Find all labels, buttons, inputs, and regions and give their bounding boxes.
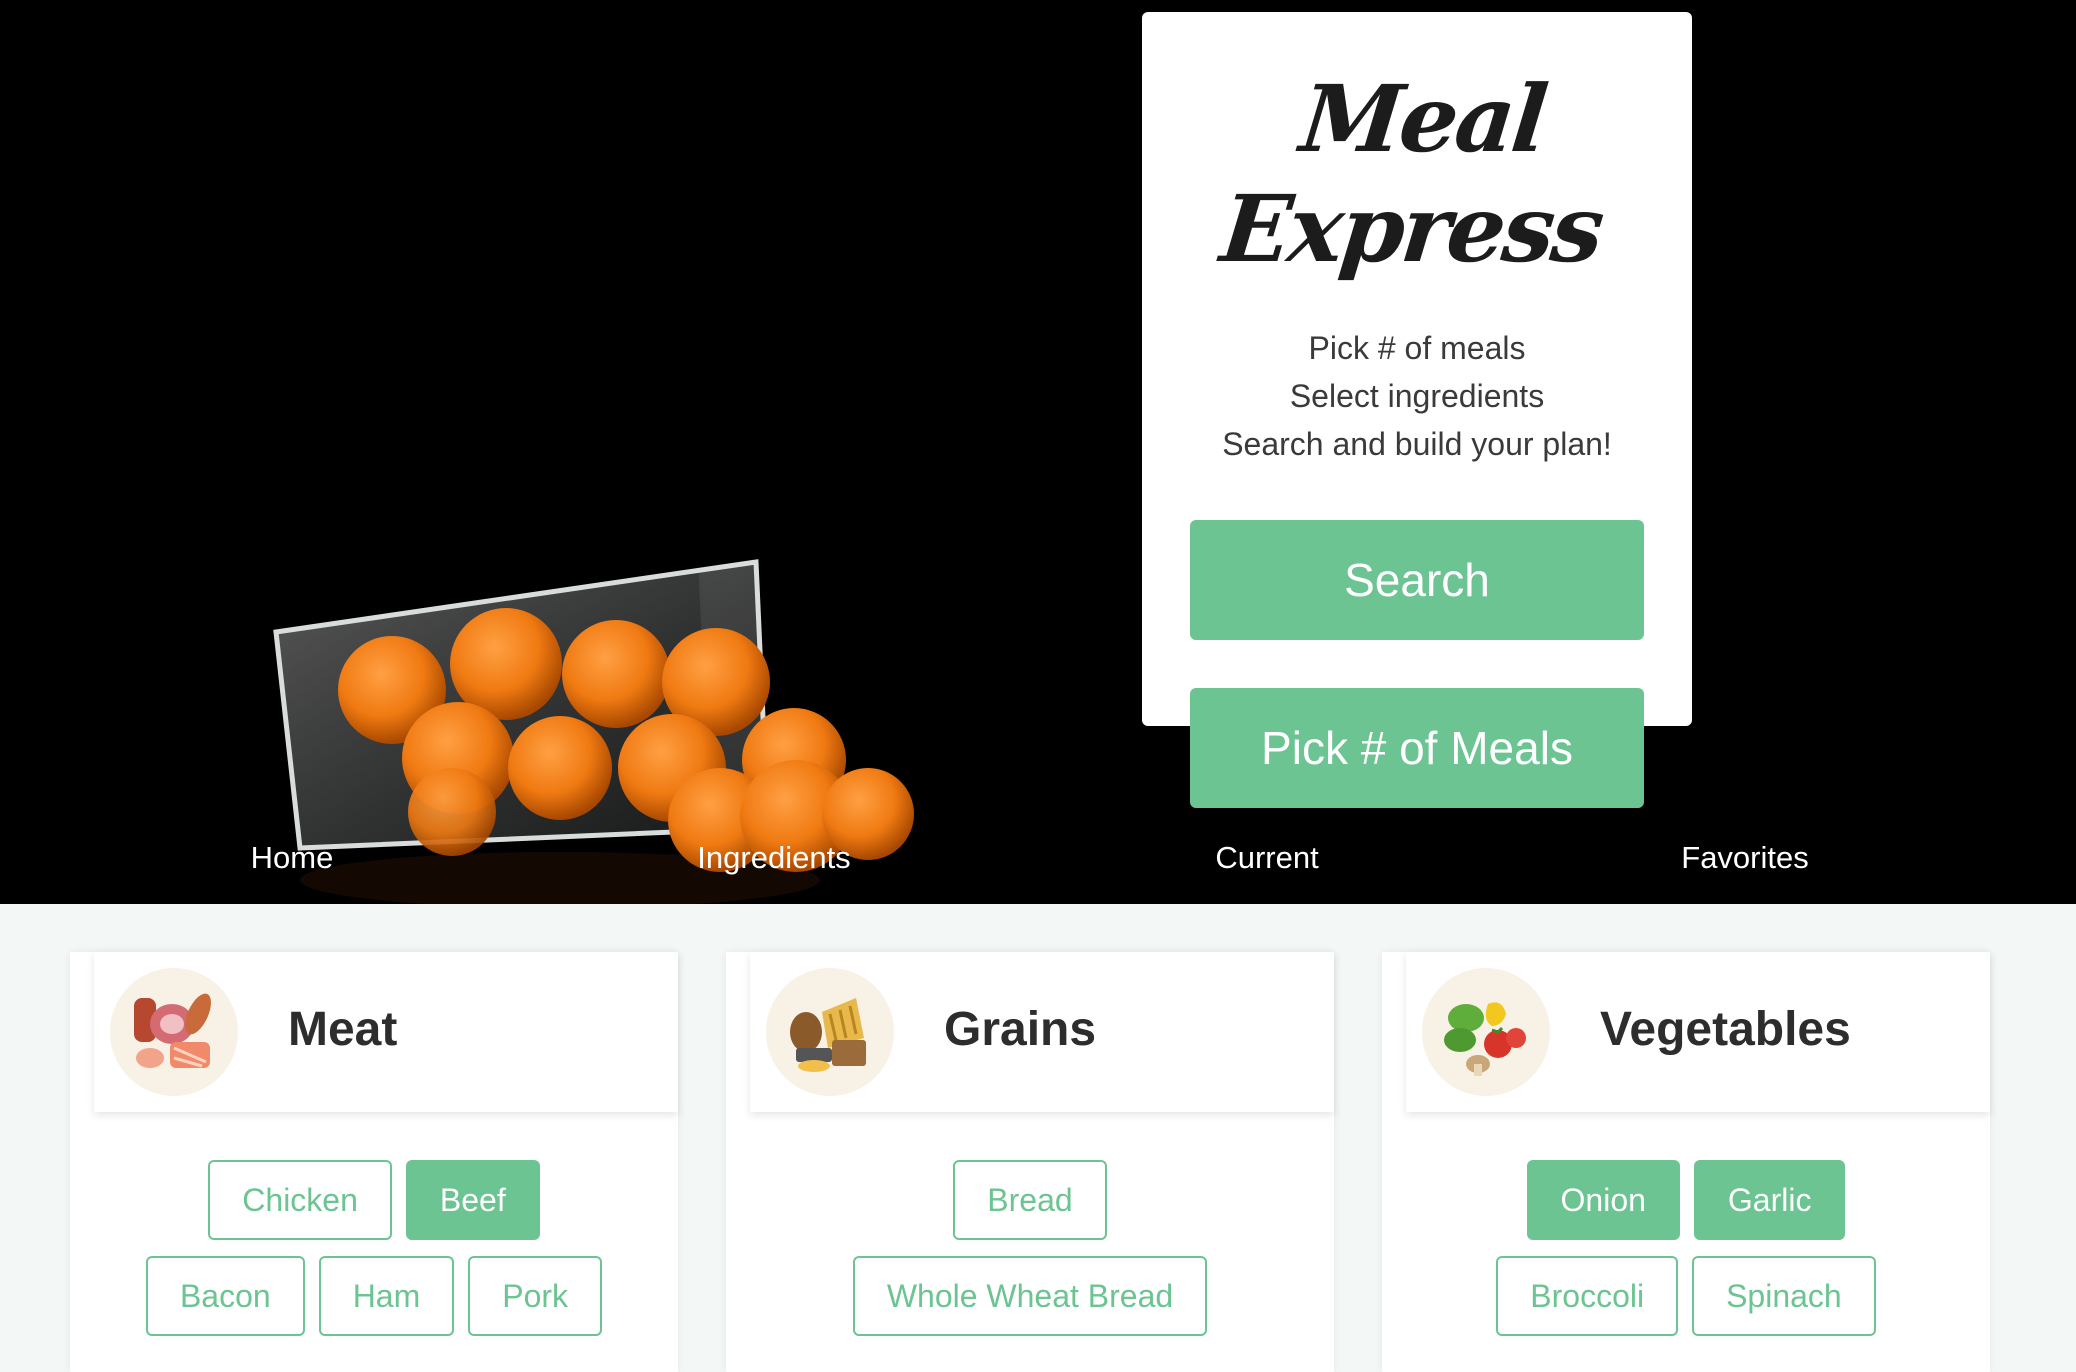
chip-garlic[interactable]: Garlic — [1693, 1160, 1846, 1240]
category-header: Grains — [750, 952, 1334, 1112]
category-title: Meat — [288, 1003, 398, 1056]
chip-chicken[interactable]: Chicken — [208, 1160, 392, 1240]
main-nav: Home Ingredients Current Favorites — [0, 840, 2076, 892]
category-title: Vegetables — [1600, 1003, 1851, 1056]
pick-meals-button[interactable]: Pick # of Meals — [1190, 688, 1644, 808]
chip-ham[interactable]: Ham — [318, 1256, 455, 1336]
chip-row: Onion Garlic — [1382, 1160, 1990, 1240]
hero-banner: Meal Express Pick # of meals Select ingr… — [0, 0, 2076, 904]
bread-icon — [766, 968, 894, 1096]
category-card-meat: Meat Chicken Beef Bacon Ham Pork — [70, 952, 678, 1372]
category-header: Vegetables — [1406, 952, 1990, 1112]
chip-spinach[interactable]: Spinach — [1692, 1256, 1876, 1336]
category-card-grains: Grains Bread Whole Wheat Bread — [726, 952, 1334, 1372]
chip-row: Chicken Beef — [70, 1160, 678, 1240]
brand-logo: Meal Express — [1216, 65, 1607, 283]
category-card-vegetables: Vegetables Onion Garlic Broccoli Spinach — [1382, 952, 1990, 1372]
chip-pork[interactable]: Pork — [468, 1256, 603, 1336]
chip-whole-wheat-bread[interactable]: Whole Wheat Bread — [852, 1256, 1208, 1336]
nav-home[interactable]: Home — [251, 840, 334, 876]
chip-row: Bread — [726, 1160, 1334, 1240]
chip-bacon[interactable]: Bacon — [145, 1256, 305, 1336]
step-text: Search and build your plan! — [1222, 426, 1612, 462]
intro-steps: Pick # of meals Select ingredients Searc… — [1142, 324, 1692, 468]
chip-beef[interactable]: Beef — [405, 1160, 540, 1240]
chip-row: Whole Wheat Bread — [726, 1256, 1334, 1336]
chip-bread[interactable]: Bread — [953, 1160, 1107, 1240]
nav-favorites[interactable]: Favorites — [1681, 840, 1808, 876]
intro-card: Meal Express Pick # of meals Select ingr… — [1142, 12, 1692, 808]
nav-ingredients[interactable]: Ingredients — [697, 840, 850, 876]
step-text: Pick # of meals — [1308, 330, 1526, 366]
step-text: Select ingredients — [1289, 378, 1545, 414]
category-header: Meat — [94, 952, 678, 1112]
nav-current[interactable]: Current — [1215, 840, 1318, 876]
chip-row: Broccoli Spinach — [1382, 1256, 1990, 1336]
search-button[interactable]: Search — [1190, 520, 1644, 640]
category-title: Grains — [944, 1003, 1097, 1056]
chip-row: Bacon Ham Pork — [70, 1256, 678, 1336]
oranges-in-glass-image — [273, 559, 914, 904]
chip-onion[interactable]: Onion — [1526, 1160, 1680, 1240]
chip-broccoli[interactable]: Broccoli — [1496, 1256, 1679, 1336]
vegetables-icon — [1422, 968, 1550, 1096]
meat-icon — [110, 968, 238, 1096]
